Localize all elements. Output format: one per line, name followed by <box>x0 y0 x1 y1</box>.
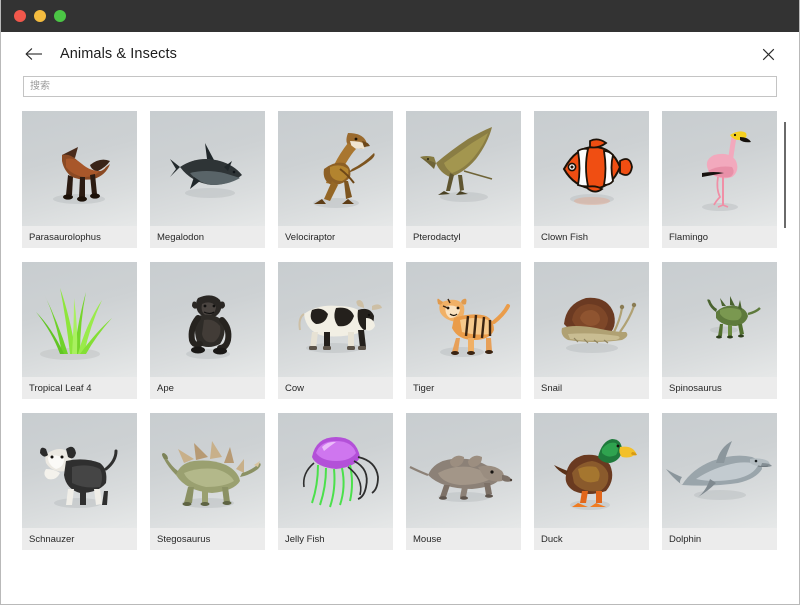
asset-tile-label: Spinosaurus <box>662 377 777 399</box>
app-window: Animals & Insects Parasaurolophus Megalo… <box>0 0 800 605</box>
asset-tile[interactable]: Cow <box>278 262 393 399</box>
asset-tile-label: Duck <box>534 528 649 550</box>
window-minimize-button[interactable] <box>34 10 46 22</box>
title-bar <box>1 0 799 32</box>
parasaurolophus-thumbnail <box>22 111 137 226</box>
back-button[interactable] <box>23 43 45 65</box>
stegosaurus-thumbnail <box>150 413 265 528</box>
schnauzer-thumbnail <box>22 413 137 528</box>
mouse-thumbnail <box>406 413 521 528</box>
asset-tile-label: Tiger <box>406 377 521 399</box>
asset-grid-scroll-area[interactable]: Parasaurolophus Megalodon Velociraptor P… <box>1 97 799 584</box>
jellyfish-thumbnail <box>278 413 393 528</box>
asset-tile[interactable]: Duck <box>534 413 649 550</box>
header-bar: Animals & Insects <box>1 32 799 76</box>
asset-tile[interactable]: Schnauzer <box>22 413 137 550</box>
asset-tile-label: Clown Fish <box>534 226 649 248</box>
ape-thumbnail <box>150 262 265 377</box>
asset-tile-label: Tropical Leaf 4 <box>22 377 137 399</box>
clownfish-thumbnail <box>534 111 649 226</box>
asset-tile[interactable]: Mouse <box>406 413 521 550</box>
search-input[interactable] <box>23 76 777 97</box>
asset-tile[interactable]: Spinosaurus <box>662 262 777 399</box>
asset-tile-label: Snail <box>534 377 649 399</box>
asset-tile[interactable]: Snail <box>534 262 649 399</box>
asset-tile-label: Velociraptor <box>278 226 393 248</box>
asset-tile-label: Cow <box>278 377 393 399</box>
dolphin-thumbnail <box>662 413 777 528</box>
arrow-left-icon <box>25 48 42 60</box>
cow-thumbnail <box>278 262 393 377</box>
asset-tile[interactable]: Ape <box>150 262 265 399</box>
close-icon <box>762 48 774 60</box>
asset-tile[interactable]: Flamingo <box>662 111 777 248</box>
spinosaurus-thumbnail <box>662 262 777 377</box>
asset-tile[interactable]: Parasaurolophus <box>22 111 137 248</box>
asset-tile-label: Jelly Fish <box>278 528 393 550</box>
asset-tile[interactable]: Clown Fish <box>534 111 649 248</box>
asset-tile[interactable]: Megalodon <box>150 111 265 248</box>
asset-tile-label: Schnauzer <box>22 528 137 550</box>
window-zoom-button[interactable] <box>54 10 66 22</box>
flamingo-thumbnail <box>662 111 777 226</box>
asset-tile-label: Flamingo <box>662 226 777 248</box>
page-title: Animals & Insects <box>60 46 177 62</box>
asset-tile-label: Mouse <box>406 528 521 550</box>
asset-tile[interactable]: Pterodactyl <box>406 111 521 248</box>
snail-thumbnail <box>534 262 649 377</box>
asset-tile-label: Stegosaurus <box>150 528 265 550</box>
vertical-scrollbar-thumb[interactable] <box>784 122 786 228</box>
asset-grid: Parasaurolophus Megalodon Velociraptor P… <box>22 111 777 550</box>
asset-tile-label: Pterodactyl <box>406 226 521 248</box>
window-close-button[interactable] <box>14 10 26 22</box>
asset-tile[interactable]: Dolphin <box>662 413 777 550</box>
asset-tile[interactable]: Tropical Leaf 4 <box>22 262 137 399</box>
asset-tile[interactable]: Jelly Fish <box>278 413 393 550</box>
tropicalleaf-thumbnail <box>22 262 137 377</box>
search-row <box>1 76 799 97</box>
velociraptor-thumbnail <box>278 111 393 226</box>
asset-tile-label: Ape <box>150 377 265 399</box>
vertical-scrollbar[interactable] <box>781 112 789 592</box>
tiger-thumbnail <box>406 262 521 377</box>
asset-tile-label: Dolphin <box>662 528 777 550</box>
asset-tile[interactable]: Stegosaurus <box>150 413 265 550</box>
asset-tile-label: Parasaurolophus <box>22 226 137 248</box>
duck-thumbnail <box>534 413 649 528</box>
close-button[interactable] <box>757 43 779 65</box>
megalodon-thumbnail <box>150 111 265 226</box>
pterodactyl-thumbnail <box>406 111 521 226</box>
asset-tile-label: Megalodon <box>150 226 265 248</box>
asset-tile[interactable]: Velociraptor <box>278 111 393 248</box>
asset-tile[interactable]: Tiger <box>406 262 521 399</box>
